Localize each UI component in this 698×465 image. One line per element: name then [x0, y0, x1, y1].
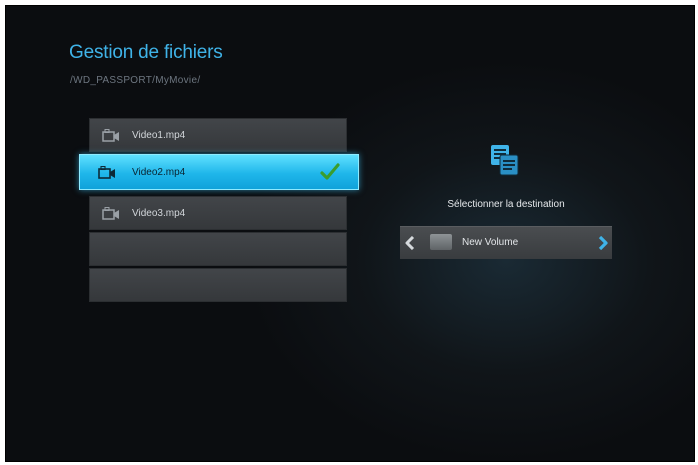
video-camera-icon: [98, 166, 115, 179]
checkmark-icon: [320, 163, 340, 180]
file-name: Video2.mp4: [132, 167, 186, 178]
page-title: Gestion de fichiers: [69, 42, 223, 63]
destination-selector[interactable]: New Volume: [400, 226, 612, 259]
breadcrumb-path: /WD_PASSPORT/MyMovie/: [70, 75, 201, 86]
drive-icon: [430, 234, 452, 250]
copy-files-icon: [491, 145, 519, 176]
file-row-empty: [89, 232, 347, 266]
destination-label: Sélectionner la destination: [447, 199, 565, 210]
video-camera-icon: [102, 129, 119, 142]
video-camera-icon: [102, 207, 119, 220]
media-player-screen: Gestion de fichiers /WD_PASSPORT/MyMovie…: [5, 5, 695, 462]
file-row-empty: [89, 268, 347, 302]
file-row-video1[interactable]: Video1.mp4: [89, 118, 347, 152]
volume-name: New Volume: [462, 237, 519, 248]
file-name: Video3.mp4: [132, 208, 186, 219]
file-row-video2[interactable]: Video2.mp4: [79, 154, 359, 190]
file-name: Video1.mp4: [132, 130, 186, 141]
file-row-video3[interactable]: Video3.mp4: [89, 196, 347, 230]
chevron-right-icon[interactable]: [597, 236, 609, 250]
chevron-left-icon[interactable]: [404, 236, 416, 250]
